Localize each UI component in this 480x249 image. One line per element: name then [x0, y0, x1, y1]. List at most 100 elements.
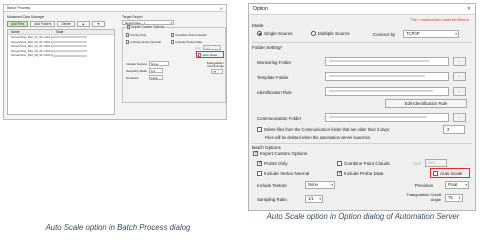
combine-label: Combine Point Clouds [344, 161, 390, 166]
chevron-down-icon: ▾ [465, 183, 467, 187]
sampling-value: 1/1 [151, 69, 156, 73]
import-custom-checkbox[interactable] [127, 25, 131, 29]
include-vertex-checkbox[interactable] [126, 40, 130, 44]
sampling-label: Sampling Ratio [126, 69, 147, 73]
include-vertex-label: Include Vertex Normal [264, 171, 310, 176]
unit-value: mm [205, 46, 210, 50]
unit-label: Unit [195, 46, 201, 50]
include-probe-checkbox[interactable] [171, 40, 175, 44]
unit-label: Unit [413, 161, 421, 166]
delete-button[interactable]: Delete [57, 20, 75, 27]
precision-select[interactable]: Float [149, 75, 163, 80]
move-down-icon[interactable]: ▼ [91, 20, 106, 27]
include-vertex-option[interactable]: Include Vertex Normal [257, 171, 309, 176]
multiple-source-radio[interactable]: Multiple Source [311, 31, 350, 36]
include-probe-option[interactable]: Include Probe Data [337, 170, 383, 176]
unit-select[interactable]: mm [203, 45, 221, 50]
multiple-source-label: Multiple Source [318, 31, 350, 36]
file-list[interactable]: Name State ScreenShot_Part_01_01.CXM.xg … [7, 29, 115, 115]
monitoring-folder-input[interactable] [325, 57, 449, 66]
batch-options-label: Batch Options [252, 145, 281, 150]
combine-checkbox[interactable] [171, 33, 175, 37]
divider [252, 42, 472, 43]
points-only-checkbox[interactable] [257, 160, 262, 166]
communication-folder-input[interactable] [325, 113, 449, 122]
browse-button[interactable]: ... [453, 87, 466, 96]
browse-button[interactable]: ... [453, 57, 466, 66]
single-source-radio[interactable]: Single Source [257, 31, 293, 36]
edit-identification-rule-button[interactable]: Edit Identification Rule [385, 99, 467, 108]
angle-input[interactable]: 75 [211, 69, 223, 74]
import-custom-checkbox[interactable] [253, 150, 258, 156]
browse-button[interactable]: ... [453, 113, 466, 122]
include-vertex-label: Include Vertex Normal [130, 40, 161, 44]
highlight-frame [430, 168, 470, 178]
combine-option[interactable]: Combine Point Clouds [171, 33, 206, 37]
connect-by-select[interactable]: TCP/IP ▾ [403, 30, 459, 38]
list-item[interactable]: ScreenShot_Part_05_01.CXM.xg [8, 53, 114, 58]
triangulation-label: Triangulation Cutoff Angle [206, 61, 224, 69]
chevron-down-icon: ▾ [331, 183, 333, 187]
batch-options-panel: Target Report Result Data - 1 ▾ Import C… [122, 15, 226, 119]
points-only-option[interactable]: Points Only [126, 33, 146, 37]
browse-button[interactable]: ... [453, 72, 466, 81]
include-texture-label: Include Texture [257, 183, 287, 188]
angle-input[interactable]: 75 ⇕ [445, 194, 463, 202]
include-probe-checkbox[interactable] [337, 170, 342, 176]
identification-rule-input[interactable] [325, 87, 449, 96]
caption-left: Auto Scale option in Batch Process dialo… [45, 223, 191, 232]
delete-files-checkbox[interactable] [257, 127, 262, 132]
points-only-label: Points Only [130, 33, 147, 37]
redacted-path [329, 59, 429, 63]
file-name: ScreenShot_Part_05_01.CXM.xg [11, 53, 53, 58]
precision-select[interactable]: Float ▾ [445, 181, 469, 189]
import-custom-options[interactable]: Import Custom Options [126, 25, 166, 29]
file-state [53, 53, 113, 58]
redacted-path [329, 89, 433, 93]
chevron-down-icon: ▾ [170, 21, 172, 25]
texture-select[interactable]: None ▾ [305, 181, 335, 189]
include-vertex-option[interactable]: Include Vertex Normal [126, 40, 161, 44]
sampling-label: Sampling Ratio [257, 197, 287, 202]
divider [252, 143, 472, 144]
delete-files-option[interactable]: Delete files from the Communication fold… [257, 127, 390, 132]
unit-select[interactable]: mm [425, 159, 447, 167]
include-probe-option[interactable]: Include Probe Data [171, 40, 202, 44]
option-dialog: Option ✕ The * marked item must be fille… [248, 3, 476, 211]
close-icon[interactable]: ✕ [220, 5, 223, 12]
radio-unselected[interactable] [311, 31, 316, 36]
points-only-option[interactable]: Points Only [257, 160, 288, 166]
move-up-icon[interactable]: ▲ [76, 20, 90, 27]
title-bar [249, 4, 475, 15]
highlight-frame [196, 51, 224, 58]
template-folder-input[interactable] [325, 72, 449, 81]
caption-right: Auto Scale option in Option dialog of Au… [266, 212, 460, 221]
delete-note: Files will be deleted when the automatio… [265, 135, 372, 140]
texture-value: None [151, 62, 159, 66]
redacted-path [329, 74, 425, 78]
points-only-label: Points Only [264, 161, 288, 166]
column-name[interactable]: Name [8, 30, 53, 34]
include-probe-label: Include Probe Data [175, 40, 202, 44]
import-custom-label: Import Custom Options [260, 151, 308, 156]
stepper-icon: ⇕ [457, 196, 461, 200]
single-source-label: Single Source [264, 31, 293, 36]
delete-days-input[interactable]: 3 [443, 125, 465, 134]
texture-select[interactable]: None [149, 61, 169, 66]
sampling-select[interactable]: 1/1 [149, 68, 163, 73]
add-files-button[interactable]: Add Files [7, 20, 29, 27]
precision-value: Float [151, 76, 158, 80]
column-state[interactable]: State [53, 30, 113, 34]
sampling-select[interactable]: 1/1 ▾ [305, 195, 323, 203]
add-folders-button[interactable]: Add Folders [30, 20, 56, 27]
close-icon[interactable]: ✕ [467, 4, 471, 15]
include-vertex-checkbox[interactable] [257, 171, 262, 176]
dialog-title: Option [253, 6, 268, 12]
combine-checkbox[interactable] [337, 161, 342, 166]
combine-option[interactable]: Combine Point Clouds [337, 161, 390, 166]
import-custom-option[interactable]: Import Custom Options [253, 150, 308, 156]
radio-selected[interactable] [257, 31, 262, 36]
measured-data-manager: Measured Data Manager Add Files Add Fold… [7, 15, 117, 119]
points-only-checkbox[interactable] [126, 33, 130, 37]
template-folder-label: Template Folder [257, 75, 289, 80]
